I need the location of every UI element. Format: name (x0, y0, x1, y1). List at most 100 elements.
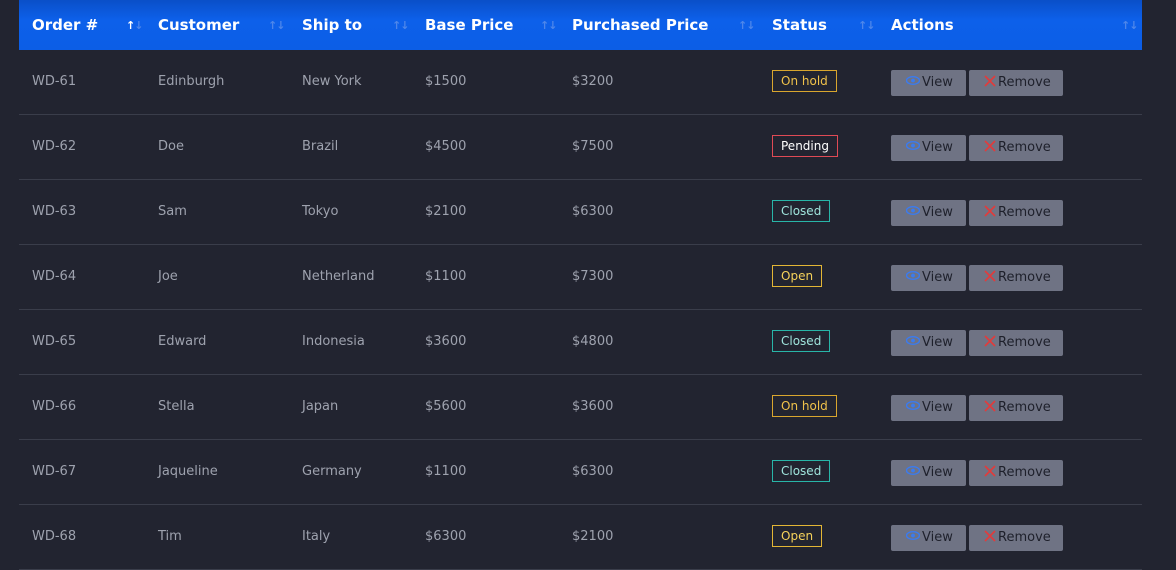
view-button[interactable]: View (891, 330, 966, 356)
table-row: WD-67 Jaqueline Germany $1100 $6300 Closed Vie… (19, 440, 1142, 505)
remove-button[interactable]: Remove (969, 70, 1063, 96)
cell-order-id: WD-67 (32, 464, 77, 479)
view-button[interactable]: View (891, 70, 966, 96)
column-label: Customer (158, 16, 240, 34)
view-button[interactable]: View (891, 265, 966, 291)
view-button[interactable]: View (891, 135, 966, 161)
eye-icon (906, 141, 920, 150)
x-icon (984, 464, 996, 477)
view-button[interactable]: View (891, 200, 966, 226)
table-body: WD-61 Edinburgh New York $1500 $3200 On hold V… (19, 50, 1142, 570)
sort-icon[interactable]: ↑↓ (126, 20, 143, 31)
column-label: Ship to (302, 16, 363, 34)
remove-button-label: Remove (998, 400, 1051, 415)
status-badge: Open (772, 525, 823, 547)
column-header-base-price[interactable]: Base Price ↑↓ (425, 0, 560, 50)
cell-purchased-price: $2100 (572, 529, 614, 544)
view-button-label: View (922, 465, 953, 480)
table-row: WD-63 Sam Tokyo $2100 $6300 Closed View Remove (19, 180, 1142, 245)
status-badge: Closed (772, 200, 831, 222)
status-badge: Open (772, 265, 823, 287)
cell-purchased-price: $7300 (572, 269, 614, 284)
sort-icon[interactable]: ↑↓ (1121, 20, 1138, 31)
table-row: WD-65 Edward Indonesia $3600 $4800 Closed View… (19, 310, 1142, 375)
eye-icon (906, 76, 920, 85)
cell-ship-to: Netherland (302, 269, 375, 284)
cell-ship-to: Tokyo (302, 204, 339, 219)
cell-base-price: $2100 (425, 204, 467, 219)
remove-button-label: Remove (998, 465, 1051, 480)
cell-customer: Jaqueline (158, 464, 218, 479)
column-header-purchased-price[interactable]: Purchased Price ↑↓ (572, 0, 758, 50)
x-icon (984, 74, 996, 87)
orders-table: Order # ↑↓ Customer ↑↓ Ship to ↑↓ Base P… (19, 0, 1142, 570)
cell-base-price: $1100 (425, 464, 467, 479)
eye-icon (906, 401, 920, 410)
view-button-label: View (922, 270, 953, 285)
column-label: Purchased Price (572, 16, 709, 34)
cell-order-id: WD-65 (32, 334, 77, 349)
remove-button[interactable]: Remove (969, 200, 1063, 226)
cell-customer: Edinburgh (158, 74, 225, 89)
column-header-ship-to[interactable]: Ship to ↑↓ (302, 0, 412, 50)
x-icon (984, 139, 996, 152)
cell-base-price: $5600 (425, 399, 467, 414)
cell-purchased-price: $3200 (572, 74, 614, 89)
table-row: WD-61 Edinburgh New York $1500 $3200 On hold V… (19, 50, 1142, 115)
sort-icon[interactable]: ↑↓ (858, 20, 875, 31)
x-icon (984, 399, 996, 412)
cell-customer: Edward (158, 334, 207, 349)
x-icon (984, 529, 996, 542)
column-label: Base Price (425, 16, 514, 34)
status-badge: Closed (772, 330, 831, 352)
remove-button[interactable]: Remove (969, 395, 1063, 421)
cell-base-price: $1100 (425, 269, 467, 284)
table-row: WD-68 Tim Italy $6300 $2100 Open View Remove (19, 505, 1142, 570)
remove-button-label: Remove (998, 75, 1051, 90)
cell-order-id: WD-64 (32, 269, 77, 284)
eye-icon (906, 466, 920, 475)
column-header-actions[interactable]: Actions ↑↓ (891, 0, 1141, 50)
cell-ship-to: Italy (302, 529, 331, 544)
cell-purchased-price: $4800 (572, 334, 614, 349)
remove-button[interactable]: Remove (969, 525, 1063, 551)
view-button-label: View (922, 140, 953, 155)
sort-icon[interactable]: ↑↓ (392, 20, 409, 31)
cell-order-id: WD-63 (32, 204, 77, 219)
view-button[interactable]: View (891, 460, 966, 486)
remove-button-label: Remove (998, 270, 1051, 285)
x-icon (984, 204, 996, 217)
column-header-order[interactable]: Order # ↑↓ (32, 0, 147, 50)
cell-ship-to: New York (302, 74, 362, 89)
cell-ship-to: Indonesia (302, 334, 365, 349)
status-badge: On hold (772, 395, 837, 417)
cell-customer: Doe (158, 139, 184, 154)
table-row: WD-64 Joe Netherland $1100 $7300 Open View Remo… (19, 245, 1142, 310)
cell-order-id: WD-62 (32, 139, 77, 154)
column-header-status[interactable]: Status ↑↓ (772, 0, 882, 50)
eye-icon (906, 531, 920, 540)
sort-icon[interactable]: ↑↓ (738, 20, 755, 31)
view-button-label: View (922, 205, 953, 220)
view-button[interactable]: View (891, 525, 966, 551)
remove-button[interactable]: Remove (969, 460, 1063, 486)
sort-icon[interactable]: ↑↓ (268, 20, 285, 31)
remove-button[interactable]: Remove (969, 135, 1063, 161)
cell-order-id: WD-66 (32, 399, 77, 414)
cell-base-price: $1500 (425, 74, 467, 89)
eye-icon (906, 271, 920, 280)
cell-customer: Joe (158, 269, 178, 284)
view-button[interactable]: View (891, 395, 966, 421)
cell-ship-to: Germany (302, 464, 362, 479)
remove-button[interactable]: Remove (969, 330, 1063, 356)
remove-button[interactable]: Remove (969, 265, 1063, 291)
column-header-customer[interactable]: Customer ↑↓ (158, 0, 288, 50)
status-badge: Closed (772, 460, 831, 482)
table-header: Order # ↑↓ Customer ↑↓ Ship to ↑↓ Base P… (19, 0, 1142, 50)
cell-purchased-price: $6300 (572, 204, 614, 219)
view-button-label: View (922, 530, 953, 545)
sort-icon[interactable]: ↑↓ (540, 20, 557, 31)
view-button-label: View (922, 75, 953, 90)
cell-customer: Sam (158, 204, 187, 219)
column-label: Actions (891, 16, 954, 34)
